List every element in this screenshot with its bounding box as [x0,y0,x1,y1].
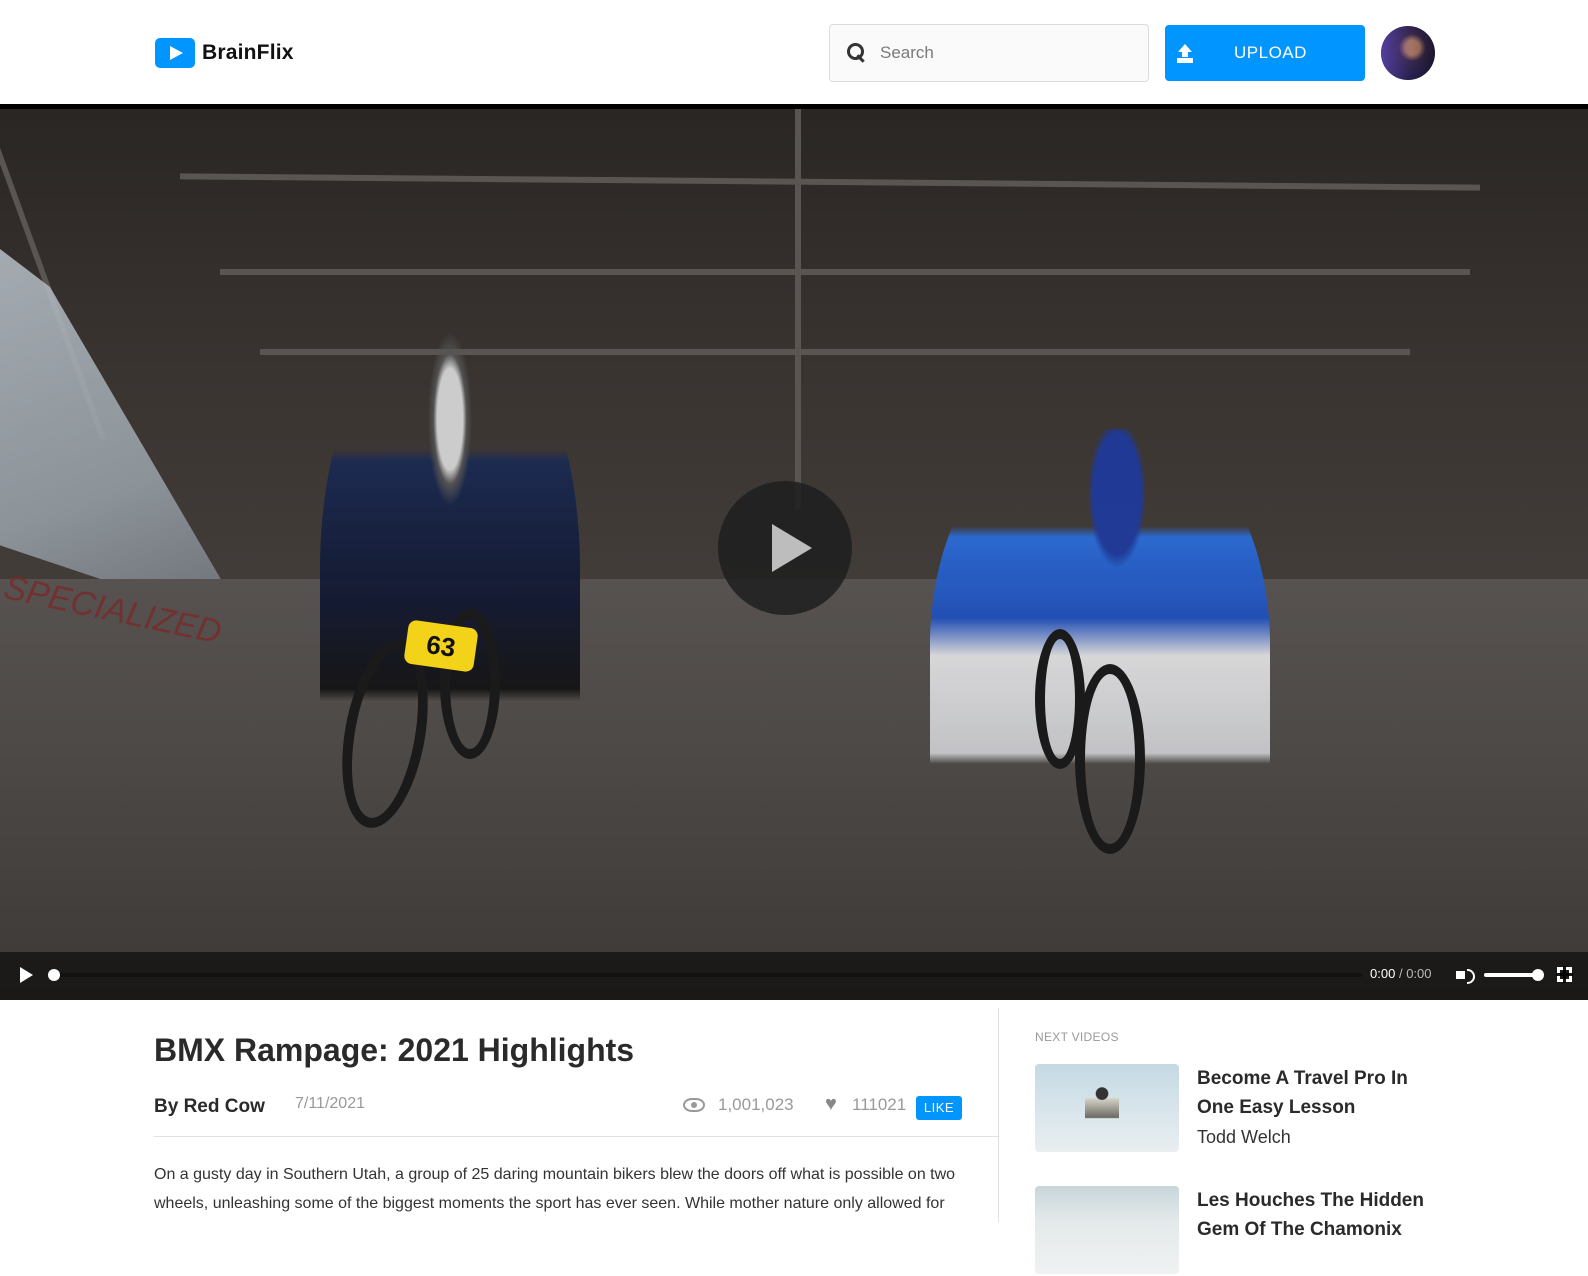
like-button[interactable]: LIKE [916,1096,962,1120]
upload-button[interactable]: UPLOAD [1165,25,1365,81]
eye-icon [683,1098,705,1112]
divider [154,1136,998,1137]
search-input[interactable] [880,43,1120,63]
next-video-item[interactable]: Become A Travel Pro In One Easy Lesson T… [1035,1064,1455,1154]
fullscreen-icon[interactable] [1556,966,1573,983]
video-thumbnail[interactable] [1035,1064,1179,1152]
next-video-title[interactable]: Les Houches The Hidden Gem Of The Chamon… [1197,1186,1447,1244]
video-player[interactable]: SPECIALIZED 63 0:00 / 0:00 [0,104,1588,1000]
like-count: 111021 [852,1095,907,1114]
duration: 0:00 [1406,966,1432,981]
volume-slider[interactable] [1484,969,1544,981]
progress-knob[interactable] [48,969,60,981]
user-avatar[interactable] [1381,26,1435,80]
play-icon[interactable] [18,966,34,984]
top-nav: BrainFlix UPLOAD [0,0,1588,104]
player-controls: 0:00 / 0:00 [0,952,1588,1000]
video-title: BMX Rampage: 2021 Highlights [154,1032,635,1068]
view-count: 1,001,023 [718,1095,794,1114]
time-display: 0:00 / 0:00 [1370,966,1432,981]
play-logo-icon [155,38,195,68]
search-icon [846,42,868,64]
volume-knob[interactable] [1532,969,1544,981]
next-video-title[interactable]: Become A Travel Pro In One Easy Lesson [1197,1064,1447,1122]
next-video-item[interactable]: Les Houches The Hidden Gem Of The Chamon… [1035,1186,1455,1276]
video-description: On a gusty day in Southern Utah, a group… [154,1166,956,1212]
video-meta: By Red Cow 7/11/2021 1,001,023 ♥ 111021 … [154,1092,998,1122]
brainflix-logo[interactable]: BrainFlix [155,38,294,68]
volume-icon[interactable] [1456,966,1476,984]
upload-label: UPLOAD [1234,43,1307,62]
time-separator: / [1398,966,1403,981]
search-box[interactable] [829,24,1149,82]
upload-date: 7/11/2021 [295,1095,365,1112]
video-thumbnail[interactable] [1035,1186,1179,1274]
logo-text: BrainFlix [202,41,294,64]
column-divider [998,1008,999,1222]
heart-icon: ♥ [825,1093,837,1115]
current-time: 0:00 [1370,966,1396,981]
upload-icon [1177,44,1193,62]
next-videos-heading: NEXT VIDEOS [1035,1030,1119,1044]
next-video-author: Todd Welch [1197,1127,1291,1147]
big-play-button[interactable] [718,481,852,615]
channel-name[interactable]: By Red Cow [154,1096,265,1118]
progress-bar[interactable] [48,969,1362,981]
